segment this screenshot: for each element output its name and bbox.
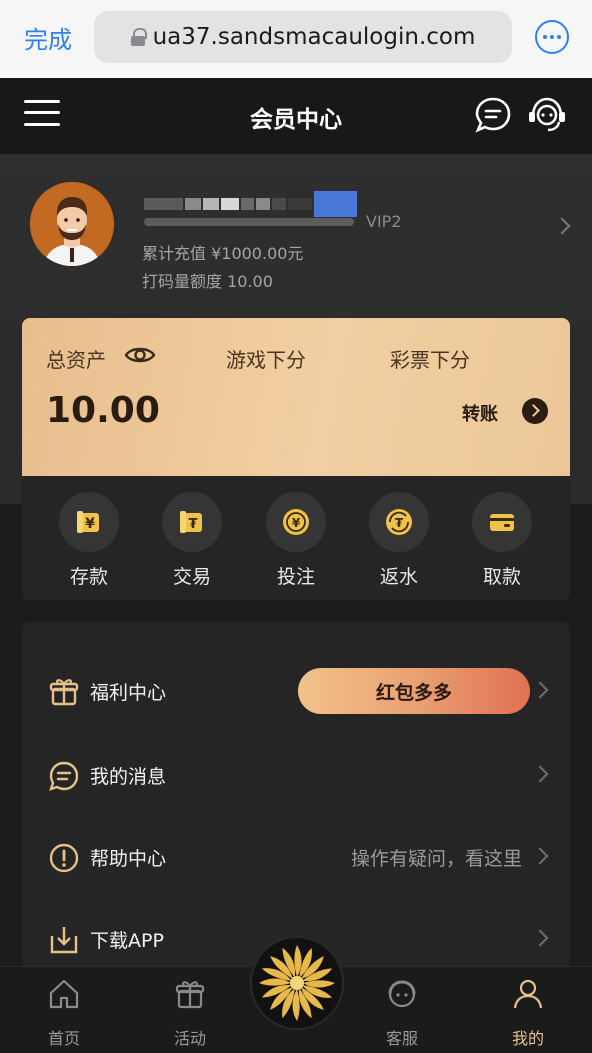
tab-service[interactable]: 客服 [362, 977, 442, 1049]
service-icon [388, 980, 416, 1008]
gift-icon [49, 679, 79, 706]
lock-icon [130, 28, 147, 46]
message-icon [49, 761, 79, 791]
menu-label: 福利中心 [90, 682, 167, 704]
chevron-right-icon [531, 847, 549, 865]
menu-item-welfare[interactable]: 福利中心 红包多多 [22, 662, 570, 722]
help-hint: 操作有疑问，看这里 [350, 848, 522, 870]
deposit-icon: ¥ [77, 511, 99, 533]
center-logo-button[interactable] [250, 936, 344, 1030]
done-button[interactable]: 完成 [24, 20, 72, 55]
tab-label: 首页 [47, 1029, 80, 1048]
menu-item-help[interactable]: 帮助中心 操作有疑问，看这里 [22, 828, 570, 888]
total-assets-label: 总资产 [46, 348, 106, 372]
avatar[interactable] [30, 182, 114, 266]
tab-label: 我的 [511, 1029, 544, 1048]
quick-actions: ¥ 存款 ₮ 交易 ¥ 投注 ₮ 返水 取款 [22, 476, 570, 600]
tab-label: 客服 [385, 1029, 418, 1048]
total-recharge: 累计充值 ¥1000.00元 [142, 244, 304, 263]
menu-label: 下载APP [90, 930, 164, 952]
tab-activity[interactable]: 活动 [150, 977, 230, 1049]
address-bar[interactable]: ua37.sandsmacaulogin.com [94, 11, 512, 63]
action-label: 交易 [172, 566, 211, 588]
trade-button[interactable]: ₮ 交易 [160, 492, 224, 589]
download-icon [50, 927, 78, 954]
eye-icon[interactable] [124, 344, 156, 366]
action-label: 返水 [379, 566, 418, 588]
sun-logo-icon [259, 945, 335, 1021]
rebate-icon: ₮ [386, 509, 412, 535]
chevron-right-icon[interactable] [553, 217, 571, 235]
svg-text:₮: ₮ [188, 517, 197, 532]
bet-button[interactable]: ¥ 投注 [264, 492, 328, 589]
withdraw-icon [490, 514, 514, 531]
bet-icon: ¥ [283, 509, 309, 535]
chevron-right-icon [531, 765, 549, 783]
menu-label: 我的消息 [90, 766, 167, 788]
menu-item-messages[interactable]: 我的消息 [22, 746, 570, 806]
chevron-right-icon [531, 929, 549, 947]
browser-toolbar: 完成 ua37.sandsmacaulogin.com [0, 0, 592, 78]
wager-quota: 打码量额度 10.00 [142, 272, 273, 291]
chevron-right-icon [531, 681, 549, 699]
vip-level: VIP2 [366, 212, 402, 231]
svg-text:₮: ₮ [395, 516, 404, 530]
tab-label: 活动 [173, 1029, 206, 1048]
customer-service-icon[interactable] [526, 94, 568, 134]
withdraw-button[interactable]: 取款 [470, 492, 534, 589]
user-icon [513, 979, 543, 1009]
lottery-withdraw-label[interactable]: 彩票下分 [390, 344, 470, 373]
rebate-button[interactable]: ₮ 返水 [367, 492, 431, 589]
total-assets-value: 10.00 [46, 390, 160, 431]
url-text: ua37.sandsmacaulogin.com [152, 24, 476, 50]
svg-text:¥: ¥ [292, 516, 301, 530]
app-header: 会员中心 [0, 78, 592, 154]
more-options-icon[interactable] [535, 20, 569, 54]
username-blurred [144, 191, 359, 217]
info-exclamation-icon [49, 843, 79, 873]
gift-icon [175, 981, 205, 1009]
action-label: 投注 [276, 566, 315, 588]
assets-card: 总资产 游戏下分 彩票下分 10.00 转账 [22, 318, 570, 476]
arrow-right-icon[interactable] [522, 398, 548, 424]
username-underline [144, 218, 354, 226]
transfer-button[interactable]: 转账 [462, 400, 498, 426]
action-label: 存款 [69, 566, 108, 588]
red-packet-button[interactable]: 红包多多 [298, 668, 530, 714]
tab-mine[interactable]: 我的 [488, 977, 568, 1049]
deposit-button[interactable]: ¥ 存款 [57, 492, 121, 589]
home-icon [49, 979, 79, 1009]
action-label: 取款 [482, 566, 521, 588]
menu-list: 福利中心 红包多多 我的消息 帮助中心 操作有疑问，看这里 下载APP [22, 622, 570, 972]
trade-icon: ₮ [180, 511, 202, 533]
message-icon[interactable] [474, 96, 512, 134]
menu-label: 帮助中心 [90, 848, 167, 870]
svg-text:¥: ¥ [85, 516, 95, 532]
game-withdraw-label[interactable]: 游戏下分 [226, 344, 306, 373]
tab-home[interactable]: 首页 [24, 977, 104, 1049]
